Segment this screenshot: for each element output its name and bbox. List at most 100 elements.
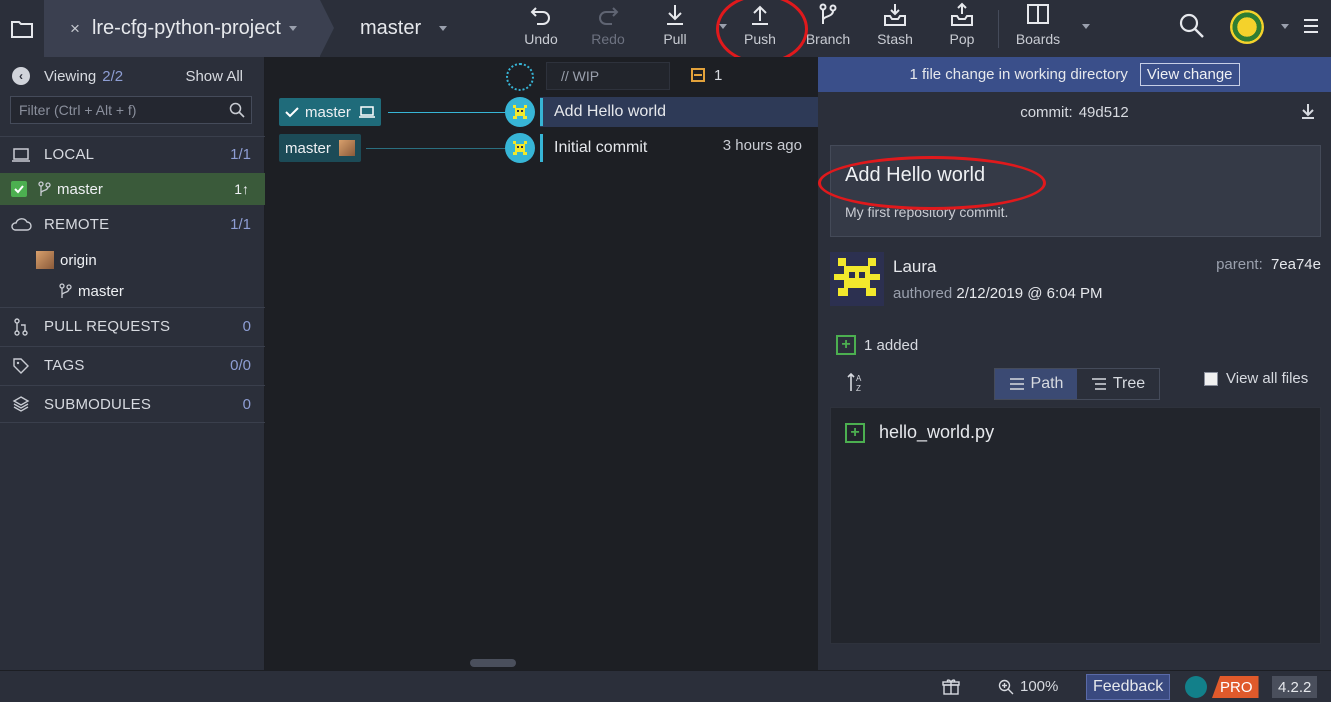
author-avatar	[830, 252, 884, 306]
hamburger-icon	[1304, 19, 1318, 33]
branch-tag-local[interactable]: master	[279, 98, 381, 126]
view-all-checkbox[interactable]	[1204, 371, 1218, 386]
banner-text: 1 file change in working directory	[909, 66, 1128, 83]
view-change-button[interactable]: View change	[1139, 63, 1240, 86]
boards-label: Boards	[1015, 31, 1061, 47]
close-tab-icon[interactable]: ×	[70, 19, 80, 39]
version-badge[interactable]: 4.2.2	[1272, 676, 1318, 698]
pull-button[interactable]: Pull	[652, 0, 698, 57]
section-pull-requests[interactable]: PULL REQUESTS 0	[0, 307, 265, 345]
working-dir-banner: 1 file change in working directory View …	[818, 57, 1331, 92]
show-all-link[interactable]: Show All	[185, 68, 243, 85]
remote-branch-master[interactable]: master	[0, 275, 265, 307]
section-local[interactable]: LOCAL 1/1	[0, 136, 265, 172]
branch-selector[interactable]: master	[340, 0, 480, 57]
redo-button[interactable]: Redo	[585, 0, 631, 57]
boards-button[interactable]: Boards	[1012, 0, 1064, 57]
undo-button[interactable]: Undo	[518, 0, 564, 57]
branch-button[interactable]: Branch	[804, 0, 852, 57]
local-branch-master[interactable]: master 1↑	[0, 173, 265, 205]
filter-field[interactable]	[10, 96, 252, 124]
tree-view-button[interactable]: Tree	[1077, 369, 1159, 399]
boards-chevron-down-icon[interactable]	[1082, 24, 1090, 29]
file-item[interactable]: + hello_world.py	[845, 422, 994, 443]
section-label: PULL REQUESTS	[44, 318, 171, 335]
branch-tag-label: master	[285, 139, 331, 157]
remote-origin[interactable]: origin	[0, 244, 265, 276]
origin-avatar	[36, 251, 54, 269]
wip-change-count: 1	[714, 67, 723, 84]
remote-avatar	[338, 140, 355, 156]
wip-message-field[interactable]: // WIP	[546, 62, 670, 90]
sort-button[interactable]: AZ	[846, 371, 866, 398]
pull-request-icon	[10, 317, 32, 336]
authored-line: authored 2/12/2019 @ 6:04 PM	[893, 285, 1103, 302]
redo-icon	[599, 7, 619, 25]
added-file-icon: +	[845, 422, 865, 443]
toolbar-divider	[998, 10, 999, 48]
added-summary: + 1 added	[836, 335, 918, 355]
authored-label: authored	[893, 285, 953, 302]
repo-name: lre-cfg-python-project	[91, 17, 281, 39]
repo-tab[interactable]: × lre-cfg-python-project	[44, 0, 334, 57]
profile-avatar[interactable]	[1230, 10, 1264, 44]
wip-row[interactable]: // WIP 1	[266, 57, 818, 93]
parent-id[interactable]: 7ea74e	[1271, 256, 1321, 273]
gift-icon[interactable]	[942, 678, 960, 696]
section-count: 0/0	[230, 357, 251, 374]
download-icon[interactable]	[1299, 102, 1317, 120]
branch-tag-label: master	[305, 103, 351, 121]
commit-row[interactable]: master Initial commit 3 hours ago	[266, 133, 818, 169]
commit-marker	[540, 134, 543, 162]
search-button[interactable]	[1178, 12, 1206, 44]
horizontal-scrollbar[interactable]	[470, 659, 516, 667]
path-label: Path	[1030, 375, 1064, 392]
search-icon	[1179, 13, 1204, 38]
pop-label: Pop	[949, 31, 975, 47]
commit-avatar	[505, 133, 535, 163]
chevron-down-icon[interactable]	[288, 26, 297, 31]
commit-id[interactable]: 49d512	[1079, 104, 1129, 121]
pull-label: Pull	[663, 31, 687, 47]
pop-icon	[951, 2, 973, 26]
view-all-label: View all files	[1226, 370, 1309, 387]
chevron-down-icon[interactable]	[439, 26, 448, 31]
layers-icon	[10, 395, 32, 413]
stash-button[interactable]: Stash	[872, 0, 918, 57]
svg-text:A: A	[856, 374, 862, 383]
filter-input[interactable]	[19, 102, 219, 118]
commit-avatar	[505, 97, 535, 127]
left-sidebar: ‹ Viewing 2/2 Show All LOCAL 1/1 master …	[0, 57, 265, 670]
commit-message: Add Hello world	[554, 103, 667, 120]
tag-icon	[10, 357, 32, 375]
pro-badge[interactable]: PRO	[1212, 676, 1259, 698]
profile-chevron-down-icon[interactable]	[1281, 24, 1289, 29]
push-annotation-circle	[716, 0, 808, 64]
commit-row[interactable]: master Add Hello world	[266, 97, 818, 133]
added-count: 1 added	[864, 336, 919, 354]
section-remote[interactable]: REMOTE 1/1	[0, 207, 265, 241]
section-label: SUBMODULES	[44, 395, 152, 413]
main-menu-button[interactable]	[1302, 17, 1320, 39]
branch-label: master	[78, 282, 124, 300]
commit-graph: // WIP 1 master Add Hello world master I…	[266, 57, 818, 670]
tree-label: Tree	[1112, 375, 1146, 392]
check-icon	[285, 107, 299, 118]
zoom-level: 100%	[1020, 678, 1059, 695]
view-mode-toggle: Path Tree	[994, 368, 1160, 400]
path-view-button[interactable]: Path	[995, 369, 1077, 399]
toolbar: × lre-cfg-python-project master Undo Red…	[0, 0, 1331, 64]
pop-button[interactable]: Pop	[939, 0, 985, 57]
current-branch: master	[360, 17, 422, 39]
zoom-control[interactable]: 100%	[998, 678, 1058, 695]
section-tags[interactable]: TAGS 0/0	[0, 346, 265, 384]
open-repo-button[interactable]	[0, 0, 44, 57]
commit-message: Initial commit	[554, 139, 648, 156]
view-all-files-toggle[interactable]: View all files	[1204, 370, 1308, 387]
branch-tag-remote[interactable]: master	[279, 134, 361, 162]
feedback-button[interactable]: Feedback	[1086, 674, 1171, 700]
collapse-arrow-icon[interactable]: ‹	[12, 67, 30, 85]
section-submodules[interactable]: SUBMODULES 0	[0, 385, 265, 423]
folder-icon	[11, 20, 33, 38]
pull-arrow-icon	[667, 5, 683, 25]
